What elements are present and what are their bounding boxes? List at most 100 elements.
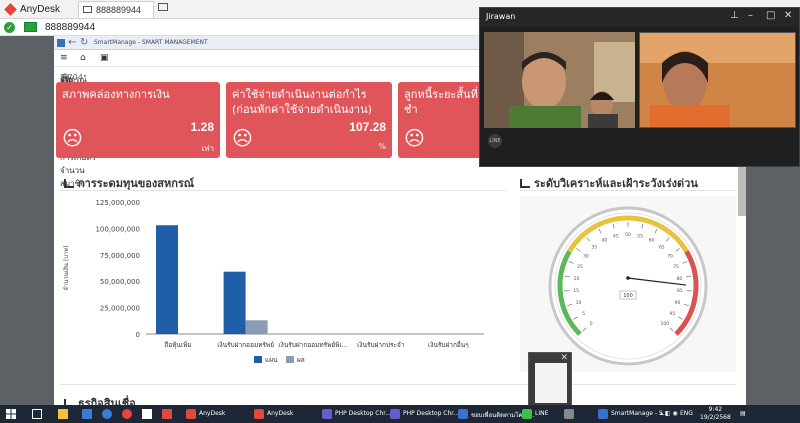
legend-swatch[interactable] (254, 356, 262, 363)
kpi-card-expense-ratio[interactable]: ค่าใช้จ่ายดำเนินงานต่อกำไร (ก่อนหักค่าใช… (226, 82, 392, 158)
y-tick-label: 75,000,000 (100, 252, 140, 260)
sad-face-icon: ☹ (232, 126, 253, 150)
file-explorer-icon[interactable] (58, 409, 68, 419)
gauge-tick-label: 90 (675, 300, 681, 306)
window-title: SmartManage - SMART MANAGEMENT (94, 39, 208, 46)
monitor-icon (83, 6, 92, 13)
menu-icon[interactable]: ≡ (60, 53, 68, 63)
line-badge: LINE (488, 134, 502, 148)
kpi-unit: % (378, 142, 386, 151)
legend-label: แผน (265, 356, 278, 364)
gauge-tick-label: 5 (582, 311, 585, 317)
legend-swatch[interactable] (286, 356, 294, 363)
remote-monitor-icon[interactable] (24, 22, 37, 32)
bar-chart-icon (520, 179, 530, 188)
tray-icons[interactable]: ▴ ◧ ◉ (660, 410, 678, 417)
panel-divider (60, 190, 506, 191)
kpi-value: 107.28 (349, 120, 386, 134)
capital-bar-chart: 0 25,000,000 50,000,000 75,000,000 100,000,0… (63, 199, 484, 364)
taskbar-item[interactable]: ชอบเพื่อนติดตามโครง... (456, 405, 534, 423)
ie-icon[interactable] (102, 409, 112, 419)
gauge-tick-label: 40 (602, 238, 608, 244)
gauge-value: 100 (623, 293, 633, 299)
preview-image (535, 363, 567, 403)
taskbar-item-icon (598, 409, 608, 419)
taskbar-item-icon (458, 409, 468, 419)
word-doc-icon[interactable] (142, 409, 152, 419)
kpi-card-short-debt[interactable]: ลูกหนี้ระยะสั้นที่ชำ ☹ (398, 82, 488, 158)
clock[interactable]: 9:42 19/2/2568 (700, 406, 731, 422)
kpi-title: ลูกหนี้ระยะสั้นที่ชำ (404, 88, 478, 116)
gauge-tick-label: 15 (573, 288, 579, 294)
taskbar-item-icon (322, 409, 332, 419)
taskbar-item-label: PHP Desktop Chr... (335, 410, 391, 417)
app-icon[interactable] (162, 409, 172, 419)
bar[interactable] (156, 225, 178, 334)
taskbar-item-icon (564, 409, 574, 419)
x-tick-label: เงินรับฝากออมทรัพย์ (217, 341, 274, 349)
close-preview-icon[interactable]: ✕ (560, 353, 568, 363)
gauge-tick-label: 80 (676, 276, 682, 282)
windows-start-icon[interactable] (6, 409, 16, 419)
kpi-unit: เท่า (201, 144, 215, 153)
taskbar-item[interactable]: PHP Desktop Chr... (320, 405, 391, 423)
taskbar-preview[interactable]: ✕ (528, 352, 572, 407)
gauge-tick-label: 10 (576, 300, 582, 306)
kpi-value: 1.28 (190, 120, 214, 134)
gauge-tick-label: 35 (591, 244, 597, 250)
taskbar-item[interactable] (562, 405, 592, 423)
gauge-tick-label: 45 (613, 233, 619, 239)
gauge-tick-label: 30 (583, 253, 589, 259)
home-icon[interactable]: ⌂ (80, 53, 86, 63)
word-icon[interactable] (82, 409, 92, 419)
y-tick-label: 50,000,000 (100, 278, 140, 286)
taskbar-item[interactable]: AnyDesk (184, 405, 250, 423)
anydesk-logo-icon (4, 3, 17, 16)
risk-gauge: 051015202530354045 50 55606570758085909510… (548, 206, 708, 366)
risk-gauge-panel: 0 5 10 15 20 25 30 35 40 45 50 55 60 65 70 75 80 85 90 95 10… (520, 196, 736, 372)
session-tab-label: 888889944 (96, 5, 142, 15)
session-id: 888889944 (45, 22, 96, 33)
gauge-tick-label: 25 (577, 264, 583, 270)
risk-title-text: ระดับวิเคราะห์และเฝ้าระวังเร่งด่วน (534, 177, 698, 190)
minimize-icon[interactable]: – (748, 10, 753, 21)
video-frame-image (484, 32, 635, 128)
bar-chart-icon (64, 179, 74, 188)
pin-icon[interactable]: ⊥ (730, 10, 739, 21)
x-tick-label: ถือหุ้นเพิ่ม (164, 340, 191, 349)
taskbar-item-label: PHP Desktop Chr... (403, 410, 459, 417)
task-view-icon[interactable] (32, 409, 42, 419)
chrome-icon[interactable] (122, 409, 132, 419)
gauge-tick-label: 100 (660, 321, 669, 327)
gauge-tick-label: 0 (590, 321, 593, 327)
bar[interactable] (223, 271, 246, 334)
y-tick-label: 0 (136, 331, 140, 339)
app-title: AnyDesk (20, 4, 61, 15)
kpi-card-liquidity[interactable]: สภาพคล่องทางการเงิน ☹ 1.28 เท่า (56, 82, 220, 158)
line-video-call-window[interactable]: Jirawan ⊥ – □ ✕ LINE (479, 7, 800, 167)
taskbar-item-label: AnyDesk (267, 410, 294, 417)
notification-icon[interactable]: ▤ (740, 410, 746, 417)
maximize-icon[interactable]: □ (766, 10, 775, 21)
bar[interactable] (245, 320, 268, 334)
save-icon[interactable]: ▣ (100, 53, 109, 63)
gauge-tick-label: 20 (574, 276, 580, 282)
caller-name: Jirawan (486, 12, 516, 21)
taskbar-item[interactable]: SmartManage - S... (596, 405, 669, 423)
x-tick-label: เงินรับฝากออมทรัพย์พิเ... (278, 341, 348, 349)
app-icon (57, 39, 65, 47)
kpi-title: สภาพคล่องทางการเงิน (62, 88, 170, 101)
close-icon[interactable]: ✕ (784, 10, 792, 21)
taskbar-item[interactable]: LINE (520, 405, 560, 423)
capital-title-text: การระดมทุนของสหกรณ์ (78, 177, 194, 190)
new-tab-icon[interactable] (158, 3, 168, 11)
taskbar-item-icon (186, 409, 196, 419)
gauge-tick-label: 95 (669, 311, 675, 317)
back-icon[interactable]: ← (68, 37, 76, 48)
language-indicator[interactable]: ENG (680, 410, 693, 417)
refresh-icon[interactable]: ↻ (80, 37, 88, 48)
gauge-tick-label: 85 (677, 288, 683, 294)
session-tab[interactable]: 888889944 (78, 1, 154, 18)
taskbar-item[interactable]: AnyDesk (252, 405, 318, 423)
taskbar-item[interactable]: PHP Desktop Chr... (388, 405, 459, 423)
